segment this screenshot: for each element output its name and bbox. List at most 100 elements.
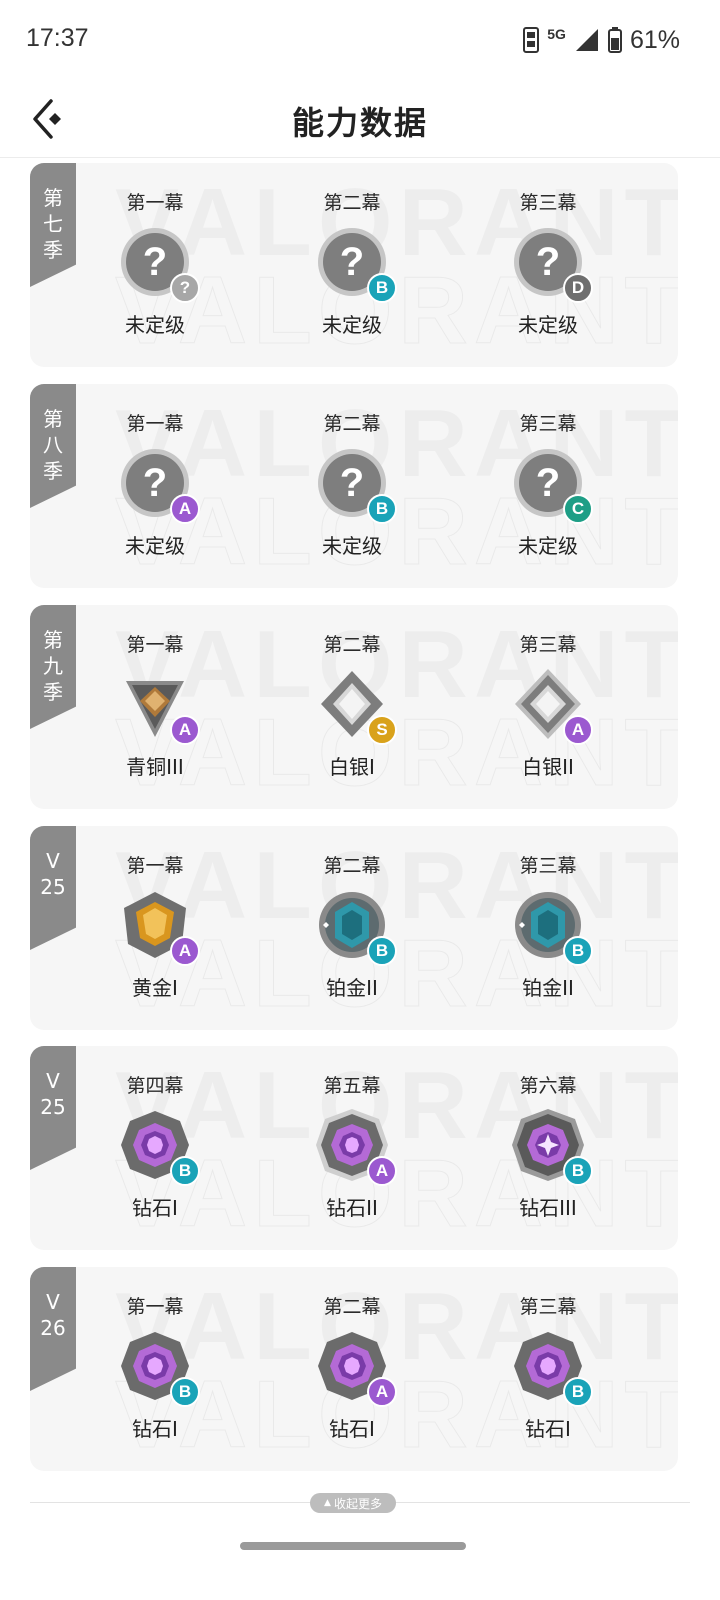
season-card: VALORANTVALORANTV26第一幕 B钻石I第二幕 A钻石I第三幕 B… xyxy=(30,1267,678,1471)
home-indicator[interactable] xyxy=(240,1542,466,1550)
act-label: 第一幕 xyxy=(126,634,184,656)
rank-emblem: ? A xyxy=(118,446,200,524)
grade-badge: A xyxy=(170,936,200,966)
grade-badge: D xyxy=(563,273,593,303)
act-label: 第四幕 xyxy=(126,1075,184,1097)
act-label: 第一幕 xyxy=(126,855,184,877)
rank-name: 钻石I xyxy=(329,1417,375,1441)
rank-emblem: A xyxy=(315,1329,397,1407)
act-item[interactable]: 第四幕 B 钻石I xyxy=(90,1072,220,1242)
sim-card-icon xyxy=(523,27,540,53)
rank-name: 钻石I xyxy=(525,1417,571,1441)
rank-emblem: A xyxy=(511,667,593,745)
rank-emblem: B xyxy=(511,1329,593,1407)
act-item[interactable]: 第一幕 ? A 未定级 xyxy=(90,410,220,580)
season-tag: 第七季 xyxy=(30,163,76,287)
grade-badge: B xyxy=(367,494,397,524)
season-tag-text: 第 xyxy=(43,407,63,431)
act-item[interactable]: 第三幕 ? C 未定级 xyxy=(483,410,613,580)
season-card: VALORANTVALORANTV25第一幕 A黄金I第二幕 B铂金II第三幕 … xyxy=(30,826,678,1030)
grade-badge: A xyxy=(170,494,200,524)
season-tag-text: 第 xyxy=(43,186,63,210)
act-item[interactable]: 第一幕 A 黄金I xyxy=(90,852,220,1022)
grade-badge: S xyxy=(367,715,397,745)
rank-name: 黄金I xyxy=(132,976,178,1000)
act-label: 第三幕 xyxy=(519,634,577,656)
rank-emblem: A xyxy=(315,1108,397,1186)
season-tag-text: 八 xyxy=(43,433,63,457)
act-item[interactable]: 第一幕 A 青铜III xyxy=(90,631,220,801)
act-label: 第三幕 xyxy=(519,192,577,214)
act-item[interactable]: 第六幕 B 钻石III xyxy=(483,1072,613,1242)
season-card: VALORANTVALORANT第八季第一幕 ?A未定级第二幕 ?B未定级第三幕… xyxy=(30,384,678,588)
act-label: 第六幕 xyxy=(519,1075,577,1097)
act-item[interactable]: 第一幕 B 钻石I xyxy=(90,1293,220,1463)
season-tag-text: 季 xyxy=(43,459,63,483)
season-tag-text: 九 xyxy=(43,654,63,678)
act-item[interactable]: 第二幕 S 白银I xyxy=(287,631,417,801)
rank-name: 铂金II xyxy=(326,976,378,1000)
rank-name: 未定级 xyxy=(518,313,578,337)
svg-text:?: ? xyxy=(536,240,560,284)
act-label: 第三幕 xyxy=(519,413,577,435)
act-item[interactable]: 第五幕 A 钻石II xyxy=(287,1072,417,1242)
act-item[interactable]: 第三幕 A 白银II xyxy=(483,631,613,801)
grade-badge: B xyxy=(367,936,397,966)
grade-badge: B xyxy=(367,273,397,303)
act-item[interactable]: 第三幕 B 铂金II xyxy=(483,852,613,1022)
rank-emblem: ?? xyxy=(118,225,200,303)
act-label: 第一幕 xyxy=(126,413,184,435)
caret-up-icon: ▲ xyxy=(324,1498,331,1508)
season-tag: 第八季 xyxy=(30,384,76,508)
season-tag-text: 25 xyxy=(40,1095,66,1119)
season-tag-text: 第 xyxy=(43,628,63,652)
act-label: 第二幕 xyxy=(323,192,381,214)
rank-emblem: B xyxy=(511,1108,593,1186)
svg-text:?: ? xyxy=(536,461,560,505)
grade-badge: B xyxy=(563,1156,593,1186)
rank-name: 青铜III xyxy=(126,755,184,779)
signal-icon xyxy=(575,29,598,51)
act-item[interactable]: 第二幕 A 钻石I xyxy=(287,1293,417,1463)
grade-badge: B xyxy=(563,1377,593,1407)
act-item[interactable]: 第二幕 ? B 未定级 xyxy=(287,410,417,580)
season-tag-text: 26 xyxy=(40,1316,66,1340)
act-item[interactable]: 第一幕 ?? 未定级 xyxy=(90,189,220,359)
act-item[interactable]: 第二幕 B 铂金II xyxy=(287,852,417,1022)
season-tag: V 26 xyxy=(30,1267,76,1391)
season-tag: 第九季 xyxy=(30,605,76,729)
act-item[interactable]: 第二幕 ? B 未定级 xyxy=(287,189,417,359)
collapse-label: 收起更多 xyxy=(333,1496,382,1511)
rank-name: 未定级 xyxy=(125,313,185,337)
grade-badge: B xyxy=(563,936,593,966)
act-item[interactable]: 第三幕 B 钻石I xyxy=(483,1293,613,1463)
collapse-button[interactable]: ▲ 收起更多 xyxy=(310,1493,396,1513)
rank-name: 未定级 xyxy=(322,313,382,337)
act-label: 第二幕 xyxy=(323,855,381,877)
status-bar: 17:37 5G 61% xyxy=(0,0,720,80)
grade-badge: A xyxy=(367,1156,397,1186)
act-item[interactable]: 第三幕 ? D 未定级 xyxy=(483,189,613,359)
rank-name: 钻石III xyxy=(519,1196,577,1220)
rank-name: 钻石I xyxy=(132,1417,178,1441)
season-tag-text: V xyxy=(46,849,60,873)
rank-name: 钻石I xyxy=(132,1196,178,1220)
rank-emblem: ? B xyxy=(315,446,397,524)
network-type: 5G xyxy=(547,26,566,42)
rank-name: 未定级 xyxy=(518,534,578,558)
rank-name: 白银II xyxy=(522,755,574,779)
rank-emblem: B xyxy=(118,1108,200,1186)
act-label: 第一幕 xyxy=(126,1296,184,1318)
status-time: 17:37 xyxy=(26,24,89,52)
rank-emblem: ? D xyxy=(511,225,593,303)
grade-badge: B xyxy=(170,1156,200,1186)
grade-badge: A xyxy=(367,1377,397,1407)
svg-text:?: ? xyxy=(340,461,364,505)
battery-icon xyxy=(607,27,622,53)
rank-emblem: B xyxy=(118,1329,200,1407)
act-label: 第二幕 xyxy=(323,1296,381,1318)
season-tag-text: 七 xyxy=(43,212,63,236)
season-card: VALORANTVALORANT第九季第一幕 A青铜III第二幕 S白银I第三幕… xyxy=(30,605,678,809)
header: 能力数据 xyxy=(0,80,720,158)
season-card: VALORANTVALORANTV25第四幕 B钻石I第五幕 A钻石II第六幕 … xyxy=(30,1046,678,1250)
